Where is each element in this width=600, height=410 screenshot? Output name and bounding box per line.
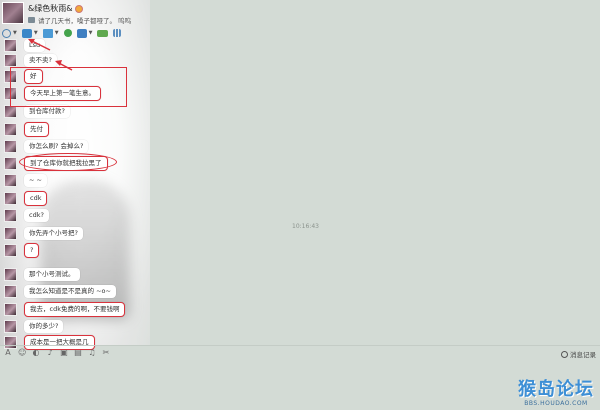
avatar[interactable] (4, 284, 17, 298)
watermark-title: 猴岛论坛 (518, 379, 594, 400)
chevron-down-icon[interactable]: ▼ (89, 30, 93, 36)
list-item: ~ ~ (4, 173, 47, 187)
message-record-label: 消息记录 (570, 351, 596, 359)
avatar[interactable] (4, 267, 17, 281)
message-bubble[interactable]: Lsu (24, 38, 46, 52)
list-item: 卖不卖? (4, 53, 57, 67)
message-bubble[interactable]: 卖不卖? (24, 53, 57, 67)
watermark: 猴岛论坛 BBS.HOUDAO.COM (518, 379, 594, 408)
list-item: 我去，cdk免费的啊，不要钱啊 (4, 301, 126, 317)
list-item: Lsu (4, 38, 46, 52)
annotation-oval (19, 153, 117, 171)
list-item: cdk? (4, 208, 49, 222)
smiley-icon (75, 4, 84, 13)
message-bubble[interactable]: 你的多少? (24, 319, 64, 333)
speaker-icon (28, 17, 35, 23)
card-icon[interactable] (97, 29, 109, 37)
message-bubble[interactable]: cdk (24, 190, 48, 206)
avatar[interactable] (4, 122, 17, 136)
status-text: 请了几天书，嗓子都哑了。 呜呜 (38, 17, 132, 25)
list-item: cdk (4, 190, 48, 206)
watermark-url: BBS.HOUDAO.COM (524, 400, 588, 407)
chevron-down-icon[interactable]: ▼ (13, 30, 17, 36)
avatar[interactable] (4, 226, 17, 240)
music-icon[interactable]: ♫ (88, 348, 96, 357)
avatar[interactable] (4, 156, 17, 170)
font-icon[interactable]: A (4, 348, 12, 357)
contact-name-text: &绿色秋雨& (28, 4, 73, 13)
message-bubble[interactable]: 先付 (24, 121, 49, 137)
avatar[interactable] (4, 302, 17, 316)
chevron-down-icon[interactable]: ▼ (55, 30, 59, 36)
image-icon[interactable]: ▣ (60, 348, 68, 357)
file-transfer-icon[interactable] (42, 28, 53, 38)
input-toolbar: A ☺ ◐ ♪ ▣ ▤ ♫ ✂ (0, 345, 600, 359)
emoji-icon[interactable]: ☺ (18, 348, 26, 357)
message-bubble[interactable]: 我怎么知道是不是真的 ~o~ (24, 284, 116, 298)
contact-status: 请了几天书，嗓子都哑了。 呜呜 (28, 15, 131, 25)
voice-icon[interactable]: ♪ (46, 348, 54, 357)
avatar[interactable] (4, 208, 17, 222)
contact-avatar[interactable] (2, 2, 24, 24)
message-bubble[interactable]: 我去，cdk免费的啊，不要钱啊 (24, 301, 126, 317)
avatar[interactable] (4, 243, 17, 257)
message-bubble[interactable]: 你先弄个小号把? (24, 226, 83, 240)
list-item: 你怎么刷? 会掉么? (4, 139, 89, 153)
message-timestamp: 10:16:43 (292, 223, 319, 230)
clock-icon (561, 350, 568, 358)
audio-call-icon[interactable] (2, 28, 11, 38)
list-item: ? (4, 242, 40, 258)
remote-assist-icon[interactable] (63, 29, 72, 37)
avatar[interactable] (4, 139, 17, 153)
list-item: 你的多少? (4, 319, 64, 333)
apps-grid-icon[interactable] (113, 29, 122, 37)
annotation-box (10, 67, 127, 107)
list-item: 先付 (4, 121, 49, 137)
avatar[interactable] (4, 53, 17, 67)
avatar[interactable] (4, 173, 17, 187)
message-record-button[interactable]: 消息记录 (561, 349, 596, 359)
video-call-icon[interactable] (21, 28, 32, 38)
screen-share-icon[interactable] (76, 28, 87, 38)
gift-icon[interactable]: ▤ (74, 348, 82, 357)
message-bubble[interactable]: cdk? (24, 208, 49, 222)
avatar[interactable] (4, 191, 17, 205)
contact-name[interactable]: &绿色秋雨& (28, 3, 84, 14)
message-bubble[interactable]: 那个小号测试。 (24, 267, 80, 281)
scissors-icon[interactable]: ✂ (102, 348, 110, 357)
avatar[interactable] (4, 319, 17, 333)
message-bubble[interactable]: 你怎么刷? 会掉么? (24, 139, 89, 153)
message-input[interactable] (0, 360, 600, 410)
shake-icon[interactable]: ◐ (32, 348, 40, 357)
list-item: 你先弄个小号把? (4, 226, 83, 240)
message-bubble[interactable]: ~ ~ (24, 173, 47, 187)
list-item: 那个小号测试。 (4, 267, 80, 281)
list-item: 我怎么知道是不是真的 ~o~ (4, 284, 116, 298)
chevron-down-icon[interactable]: ▼ (34, 30, 38, 36)
message-bubble[interactable]: ? (24, 242, 40, 258)
avatar[interactable] (4, 38, 17, 52)
